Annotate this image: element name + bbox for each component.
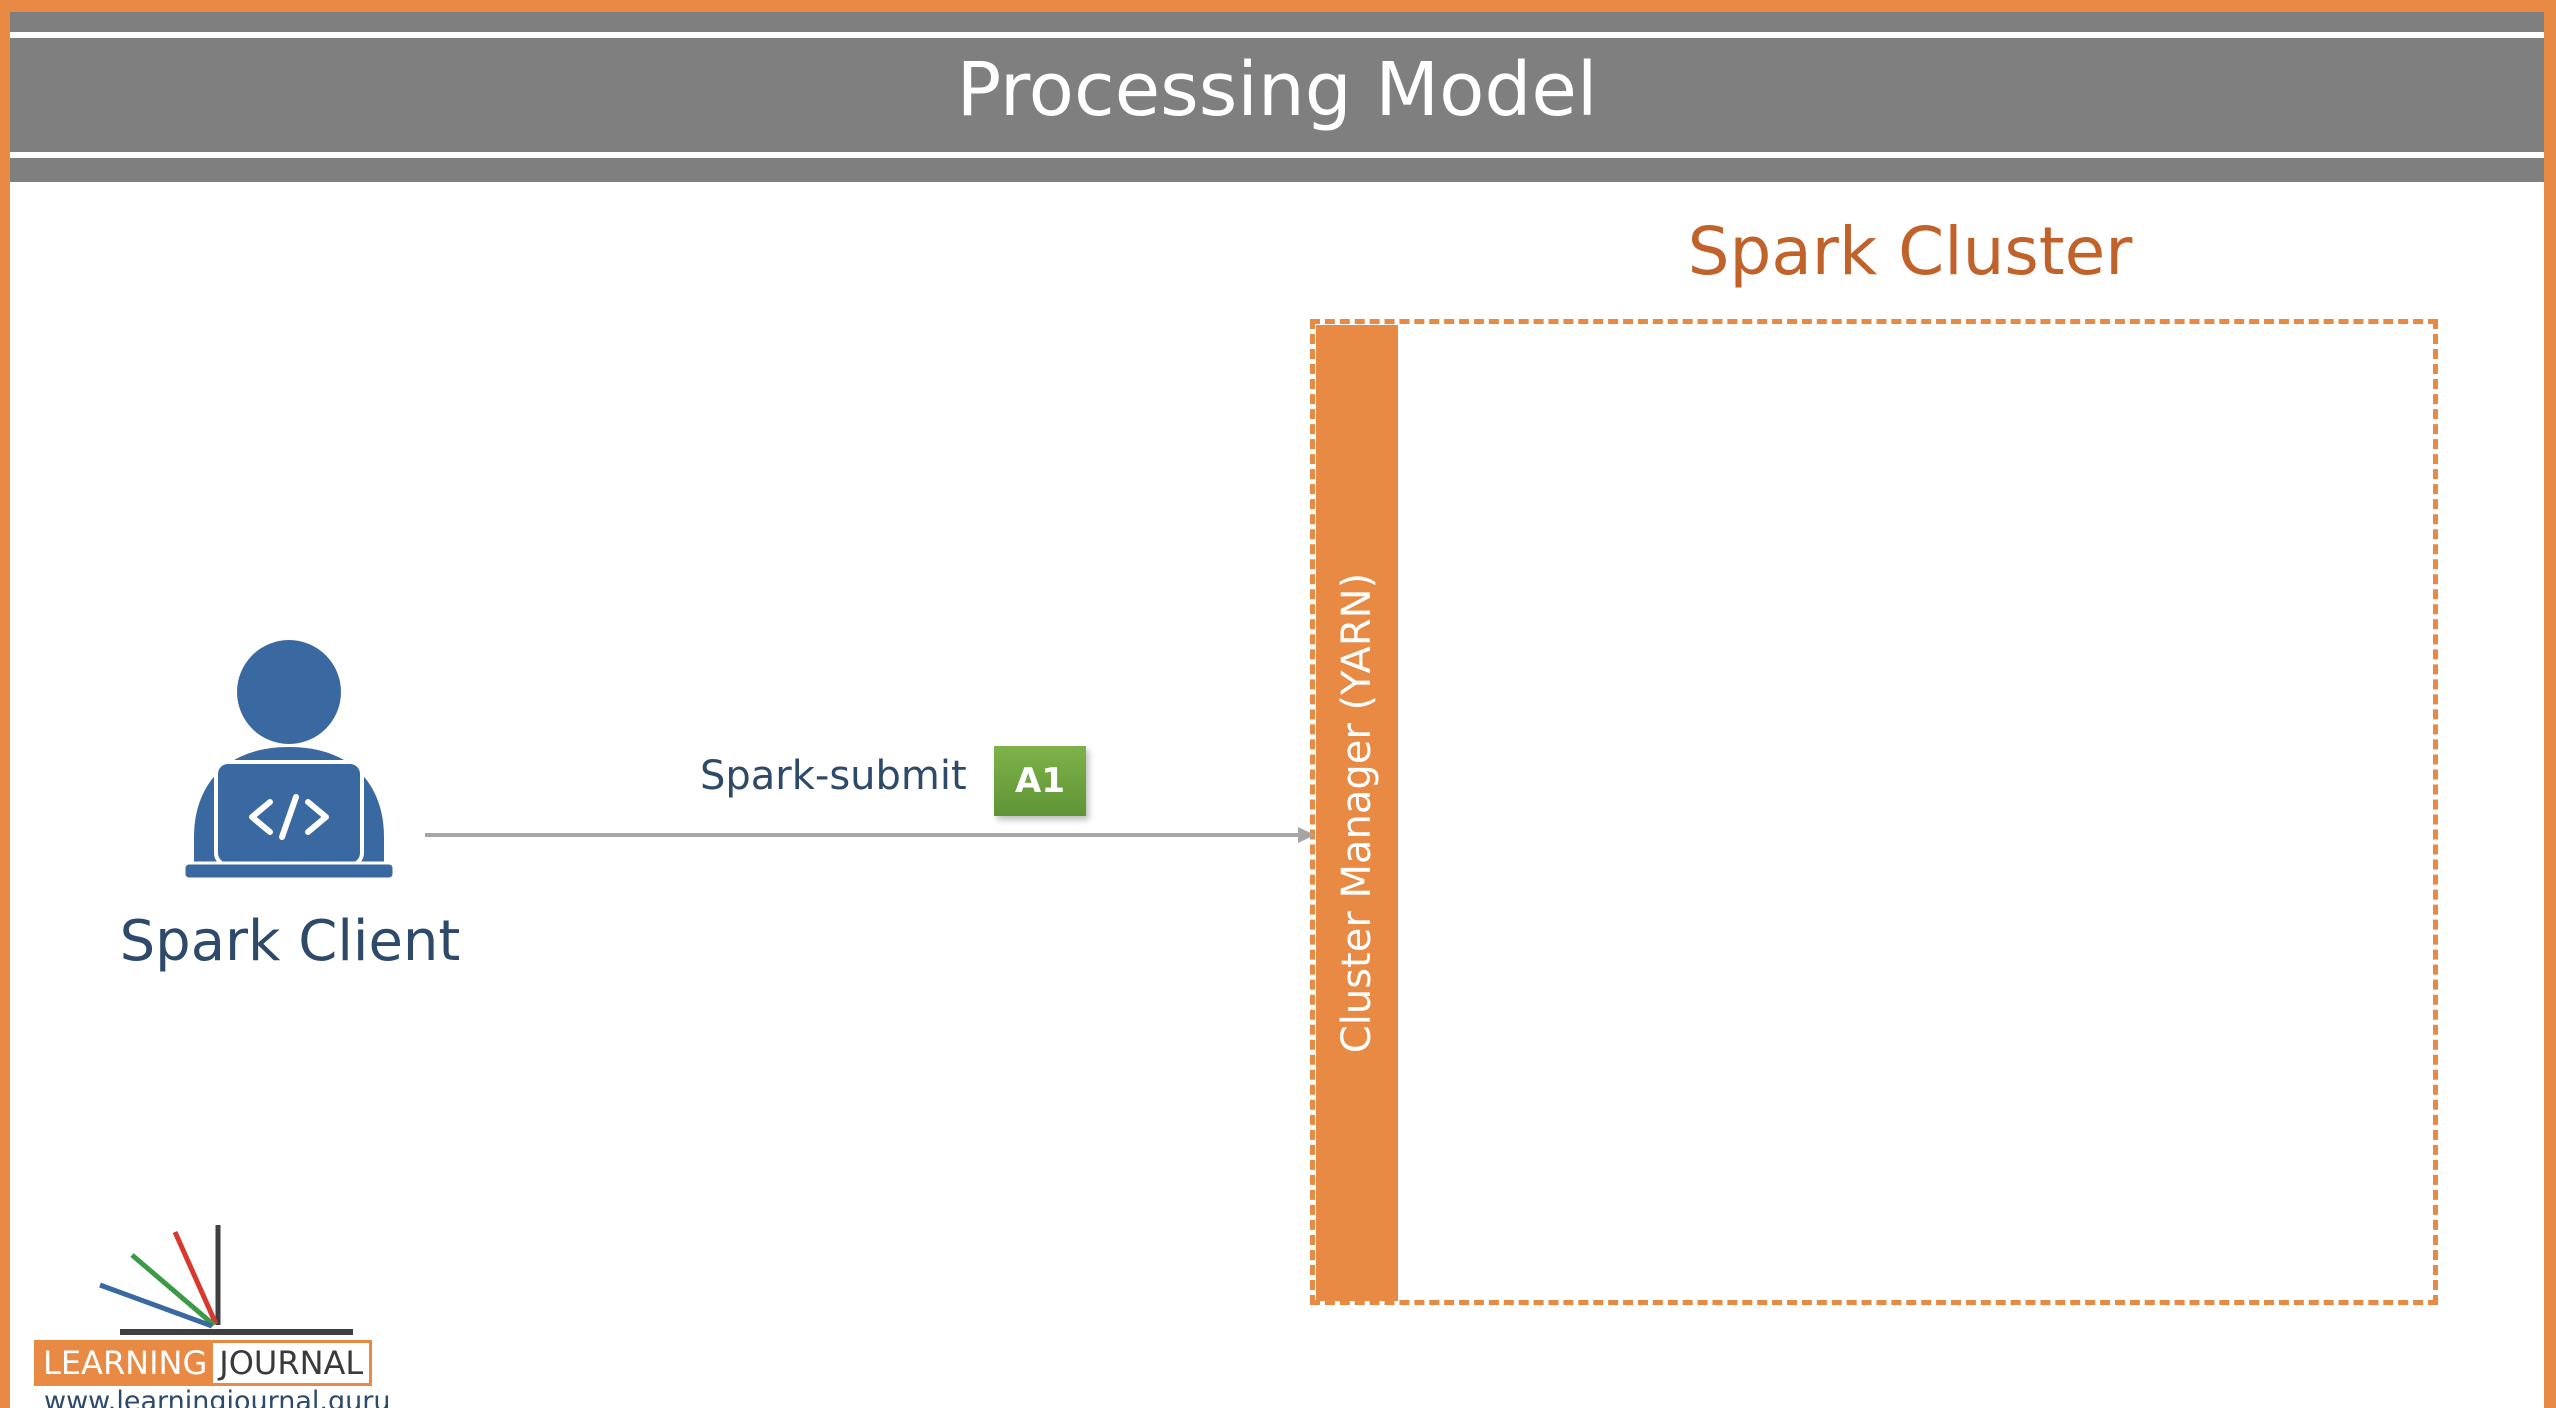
title-rule-top xyxy=(10,32,2544,38)
brand-word-learning: LEARNING xyxy=(37,1343,214,1383)
learning-journal-logo-icon xyxy=(99,1225,353,1335)
spark-submit-label: Spark-submit xyxy=(700,753,967,799)
application-badge: A1 xyxy=(994,746,1086,816)
brand-word-journal: JOURNAL xyxy=(213,1343,370,1383)
cluster-manager-bar: Cluster Manager (YARN) xyxy=(1316,325,1398,1301)
brand-url: www.learningjournal.guru xyxy=(44,1386,391,1408)
submit-arrow xyxy=(425,827,1315,843)
cluster-title: Spark Cluster xyxy=(1687,213,2133,290)
cluster-boundary xyxy=(1310,319,2438,1305)
client-label: Spark Client xyxy=(119,909,461,974)
developer-laptop-icon xyxy=(184,640,394,881)
page-title: Processing Model xyxy=(956,47,1598,133)
brand-wordmark: LEARNING JOURNAL xyxy=(34,1340,373,1386)
cluster-manager-label: Cluster Manager (YARN) xyxy=(1334,572,1380,1054)
title-bar: Processing Model xyxy=(10,12,2544,182)
title-rule-bottom xyxy=(10,152,2544,158)
slide: Processing Model Spark Cluster Cluster M… xyxy=(10,12,2544,1408)
